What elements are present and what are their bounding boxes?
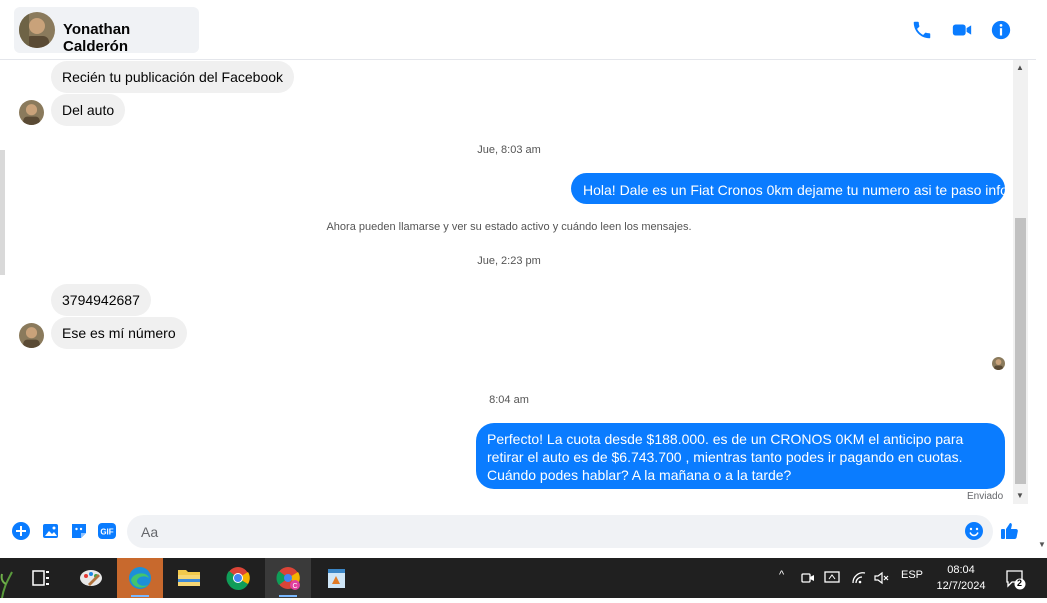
outgoing-message: Hola! Dale es un Fiat Cronos 0km dejame … <box>571 173 1012 204</box>
scroll-up-arrow-icon[interactable]: ▲ <box>1016 63 1024 72</box>
message-input[interactable] <box>139 523 943 541</box>
incoming-message: 3794942687 <box>51 284 151 316</box>
sticker-icon[interactable] <box>69 521 89 541</box>
contact-name: Yonathan Calderón <box>63 21 131 55</box>
paint-icon[interactable] <box>68 558 114 598</box>
message-list[interactable]: Recién tu publicación del Facebook Del a… <box>0 60 1013 506</box>
taskbar-clock[interactable]: 08:04 12/7/2024 <box>930 562 992 594</box>
delivery-status: Enviado <box>967 491 1004 502</box>
system-notice: Ahora pueden llamarse y ver su estado ac… <box>326 221 692 233</box>
chat-scrollbar[interactable]: ▲ ▼ <box>1013 60 1028 504</box>
outgoing-message: Perfecto! La cuota desde $188.000. es de… <box>476 423 1005 489</box>
notification-center-icon[interactable]: 2 <box>1004 568 1026 590</box>
plus-icon[interactable] <box>11 521 31 541</box>
video-call-icon[interactable] <box>951 19 973 41</box>
window-edge: ▼ <box>1036 0 1047 555</box>
seen-indicator-avatar <box>992 357 1005 370</box>
contact-profile-button[interactable]: Yonathan Calderón <box>14 7 199 55</box>
chrome-profile-icon[interactable]: C <box>265 558 311 598</box>
task-view-icon[interactable] <box>18 558 64 598</box>
windows-taskbar: C ^ ESP 08:04 12/7/2024 2 <box>0 558 1047 598</box>
notification-count: 2 <box>1017 578 1023 588</box>
scrollbar-thumb[interactable] <box>1015 218 1026 484</box>
language-indicator[interactable]: ESP <box>901 569 923 581</box>
svg-text:GIF: GIF <box>100 528 113 537</box>
page-scroll-down-arrow-icon[interactable]: ▼ <box>1038 540 1046 549</box>
chrome-icon[interactable] <box>215 558 261 598</box>
message-input-container[interactable] <box>127 515 993 548</box>
notepad-icon[interactable] <box>314 558 360 598</box>
timestamp: 8:04 am <box>489 394 529 406</box>
tray-chevron-up-icon[interactable]: ^ <box>779 569 784 581</box>
edge-icon[interactable] <box>117 558 163 598</box>
clock-time: 08:04 <box>947 564 975 576</box>
sender-avatar <box>19 323 44 348</box>
wifi-icon[interactable] <box>851 570 867 586</box>
display-icon[interactable] <box>824 570 842 586</box>
file-explorer-icon[interactable] <box>166 558 212 598</box>
contact-avatar[interactable] <box>19 12 55 48</box>
image-icon[interactable] <box>41 521 61 541</box>
incoming-message: Del auto <box>51 94 126 126</box>
timestamp: Jue, 2:23 pm <box>477 255 541 267</box>
timestamp: Jue, 8:03 am <box>477 144 541 156</box>
info-icon[interactable] <box>990 19 1012 41</box>
svg-text:C: C <box>292 583 297 590</box>
clock-date: 12/7/2024 <box>936 580 986 592</box>
incoming-message: Recién tu publicación del Facebook <box>51 61 295 93</box>
like-icon[interactable] <box>1000 521 1020 541</box>
chat-header: Yonathan Calderón <box>0 0 1036 60</box>
sender-avatar <box>19 100 44 125</box>
left-panel-edge <box>0 150 5 275</box>
emoji-icon[interactable] <box>964 521 984 541</box>
speaker-muted-icon[interactable] <box>873 570 889 586</box>
message-composer: GIF <box>0 508 1036 555</box>
incoming-message: Ese es mí número <box>51 317 187 349</box>
phone-icon[interactable] <box>911 19 933 41</box>
plant-wallpaper-icon <box>0 571 13 598</box>
meet-now-icon[interactable] <box>800 570 816 586</box>
scroll-down-arrow-icon[interactable]: ▼ <box>1016 491 1024 500</box>
gif-icon[interactable]: GIF <box>97 521 117 541</box>
